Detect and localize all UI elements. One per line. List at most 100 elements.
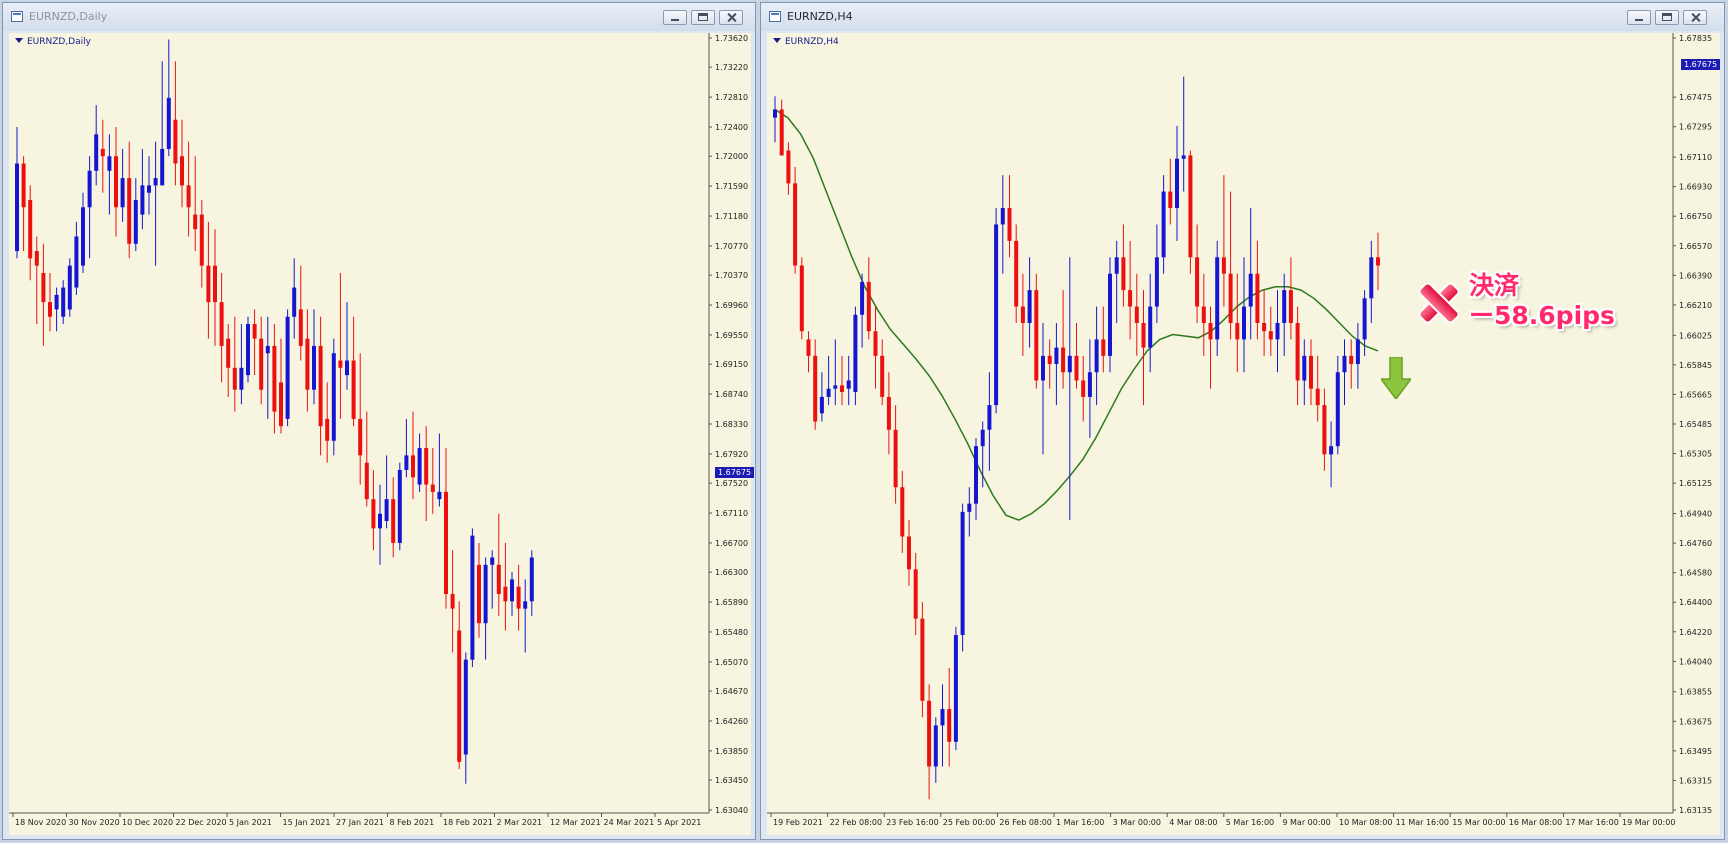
bear-candle-body — [1034, 290, 1039, 381]
bull-candle-body — [1342, 355, 1347, 373]
bull-candle-body — [292, 287, 297, 317]
time-tick-label: 8 Feb 2021 — [390, 818, 435, 827]
bear-candle-body — [1349, 355, 1354, 365]
daily-chart-window[interactable]: EURNZD,Daily 1.73620 1.73220 1.72810 1.7240… — [2, 2, 756, 840]
bull-candle-body — [1154, 257, 1159, 307]
minimize-button[interactable] — [663, 10, 687, 25]
price-tick-label: 1.66700 — [715, 539, 748, 548]
daily-titlebar[interactable]: EURNZD,Daily — [3, 3, 755, 31]
bear-candle-body — [298, 309, 303, 346]
bear-candle-body — [900, 487, 905, 537]
daily-window-title: EURNZD,Daily — [29, 10, 108, 23]
bull-candle-body — [953, 635, 958, 742]
bull-candle-body — [345, 360, 349, 376]
daily-candlestick-chart: 1.73620 1.73220 1.72810 1.72400 1.72000 1.715… — [9, 33, 748, 827]
price-tick-label: 1.63495 — [1679, 747, 1712, 756]
bear-candle-body — [325, 418, 330, 441]
price-tick-label: 1.69960 — [715, 301, 748, 310]
bull-candle-body — [1161, 191, 1166, 258]
minimize-button[interactable] — [1627, 10, 1651, 25]
daily-chart-area[interactable]: 1.73620 1.73220 1.72810 1.72400 1.72000 1.715… — [9, 33, 755, 835]
time-tick-label: 4 Mar 08:00 — [1169, 818, 1217, 827]
bear-candle-body — [1309, 355, 1313, 389]
time-tick-label: 17 Mar 16:00 — [1565, 818, 1618, 827]
bull-candle-body — [1362, 298, 1367, 340]
bear-candle-body — [173, 119, 178, 164]
price-tick-label: 1.65070 — [715, 658, 748, 667]
bear-candle-body — [1020, 306, 1025, 323]
close-button[interactable] — [719, 10, 743, 25]
bear-candle-body — [806, 339, 811, 356]
price-tick-label: 1.72810 — [715, 93, 748, 102]
price-tick-label: 1.67520 — [715, 479, 748, 488]
time-tick-label: 27 Jan 2021 — [336, 818, 384, 827]
maximize-button[interactable] — [691, 10, 715, 25]
bull-candle-body — [1054, 347, 1059, 365]
time-tick-label: 24 Mar 2021 — [604, 818, 655, 827]
bear-candle-body — [1208, 322, 1213, 340]
bear-candle-body — [28, 199, 33, 259]
bear-candle-body — [391, 499, 396, 543]
price-tick-label: 1.73220 — [715, 63, 748, 72]
price-tick-label: 1.65845 — [1679, 361, 1712, 370]
time-tick-label: 16 Mar 08:00 — [1509, 818, 1562, 827]
bear-candle-body — [180, 156, 184, 186]
price-tick-label: 1.64400 — [1679, 598, 1712, 607]
bull-candle-body — [1027, 290, 1032, 323]
bull-candle-body — [397, 469, 402, 543]
bull-candle-body — [166, 97, 171, 149]
bear-candle-body — [34, 251, 39, 266]
bear-candle-body — [886, 396, 891, 430]
price-tick-label: 1.65665 — [1679, 390, 1712, 399]
bull-candle-body — [1094, 339, 1099, 373]
daily-current-price-tag: 1.67675 — [715, 466, 755, 478]
price-tick-label: 1.64670 — [715, 687, 748, 696]
time-tick-label: 22 Feb 08:00 — [830, 818, 882, 827]
time-tick-label: 25 Feb 00:00 — [943, 818, 995, 827]
bear-candle-body — [1128, 290, 1133, 307]
h4-chart-label: EURNZD,H4 — [773, 37, 839, 47]
price-tick-label: 1.64940 — [1679, 510, 1712, 519]
bull-candle-body — [1175, 158, 1179, 209]
dropdown-triangle-icon — [15, 38, 23, 43]
price-tick-label: 1.64760 — [1679, 539, 1712, 548]
price-tick-label: 1.66570 — [1679, 242, 1712, 251]
bear-candle-body — [1235, 322, 1240, 340]
bull-candle-body — [826, 388, 831, 397]
h4-chart-window[interactable]: EURNZD,H4 1.67835 1.67475 1.67295 1.67110 1.… — [760, 2, 1725, 840]
bear-candle-body — [1014, 240, 1019, 307]
bull-candle-body — [833, 385, 838, 389]
bear-candle-body — [799, 265, 804, 332]
price-tick-label: 1.65480 — [715, 628, 748, 637]
bull-candle-body — [1067, 355, 1072, 373]
time-tick-label: 1 Mar 16:00 — [1056, 818, 1104, 827]
h4-chart-area[interactable]: 1.67835 1.67475 1.67295 1.67110 1.66930 1.667… — [767, 33, 1721, 835]
bull-candle-body — [470, 535, 475, 660]
h4-window-title: EURNZD,H4 — [787, 10, 853, 23]
time-tick-label: 2 Mar 2021 — [497, 818, 543, 827]
settlement-pips: ー58.6pips — [1469, 301, 1615, 330]
bear-candle-body — [477, 564, 481, 624]
bull-candle-body — [846, 380, 851, 389]
price-tick-label: 1.66750 — [1679, 212, 1712, 221]
bull-candle-body — [147, 185, 151, 193]
price-tick-label: 1.64220 — [1679, 628, 1712, 637]
bull-candle-body — [1108, 273, 1112, 356]
bear-candle-body — [424, 448, 429, 485]
bear-candle-body — [193, 214, 198, 230]
price-tick-label: 1.65485 — [1679, 420, 1712, 429]
bear-candle-body — [272, 345, 277, 412]
close-button[interactable] — [1683, 10, 1707, 25]
maximize-button[interactable] — [1655, 10, 1679, 25]
bull-candle-body — [81, 207, 85, 266]
bull-candle-body — [510, 579, 514, 602]
price-tick-label: 1.73620 — [715, 34, 748, 43]
time-tick-label: 23 Feb 16:00 — [886, 818, 938, 827]
bull-candle-body — [133, 199, 138, 244]
time-tick-label: 15 Jan 2021 — [283, 818, 331, 827]
bear-candle-body — [371, 499, 376, 529]
bear-candle-body — [840, 385, 844, 392]
bull-candle-body — [1335, 372, 1340, 447]
price-tick-label: 1.68330 — [715, 420, 748, 429]
h4-titlebar[interactable]: EURNZD,H4 — [761, 3, 1724, 31]
